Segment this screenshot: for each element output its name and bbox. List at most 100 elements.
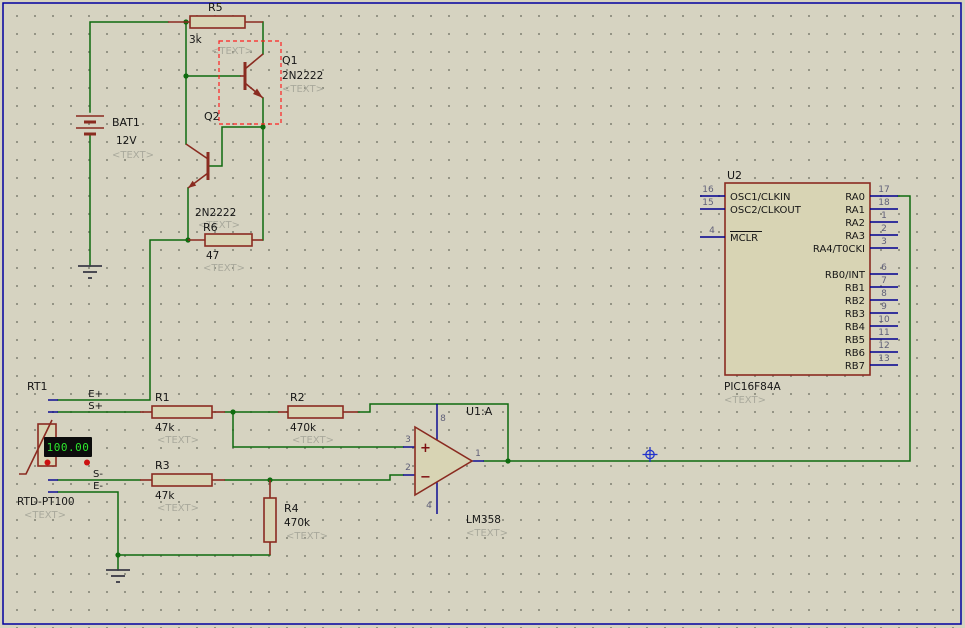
resistor-body — [263, 497, 277, 543]
u1-value-label: LM358 — [466, 514, 501, 526]
pin-name: RB0/INT — [825, 270, 866, 281]
r1-ref-label: R1 — [155, 391, 170, 404]
pin-name: RB7 — [845, 361, 865, 372]
u2-text-label: <TEXT> — [724, 395, 766, 406]
r5-ref-label: R5 — [208, 1, 223, 14]
r4-ref-label: R4 — [284, 502, 299, 515]
r4-text-label: <TEXT> — [286, 531, 328, 542]
pin-name: RA4/T0CKI — [813, 244, 865, 255]
opamp-pin-number-2: 2 — [405, 463, 411, 473]
r2-value-label: 470k — [290, 422, 317, 434]
pin-name: RA2 — [845, 218, 865, 229]
resistor-body — [151, 405, 213, 419]
rt1-pin-label-eplus: E+ — [88, 389, 103, 400]
component-rt1[interactable]: 100.00 E+ S+ S- E- RT1 RTD-PT100 <TEXT> — [17, 380, 103, 521]
rtd-increase-button[interactable] — [84, 459, 90, 466]
opamp-pin-number-8: 8 — [440, 414, 446, 424]
pin-name: MCLR — [730, 233, 758, 244]
pin-number: 6 — [881, 263, 887, 273]
pin-name: RB2 — [845, 296, 865, 307]
r3-text-label: <TEXT> — [157, 503, 199, 514]
origin-marker-icon — [642, 447, 658, 462]
r3-value-label: 47k — [155, 490, 175, 502]
pin-name: RB5 — [845, 335, 865, 346]
pin-name: RA1 — [845, 205, 865, 216]
component-r4[interactable]: R4 470k <TEXT> — [263, 480, 328, 555]
component-r5[interactable]: R5 3k <TEXT> — [168, 1, 263, 57]
r6-value-label: 47 — [206, 250, 219, 262]
r4-value-label: 470k — [284, 517, 311, 529]
pin-number: 17 — [878, 185, 889, 195]
resistor-body — [287, 405, 344, 419]
pin-name: OSC2/CLKOUT — [730, 205, 802, 216]
component-r1[interactable]: R1 47k <TEXT> — [140, 391, 225, 446]
u1-ref-label: U1:A — [466, 405, 493, 418]
component-r2[interactable]: R2 470k <TEXT> — [278, 391, 358, 446]
pin-number: 10 — [878, 315, 890, 325]
r3-ref-label: R3 — [155, 459, 170, 472]
q2-value-label: 2N2222 — [195, 207, 236, 219]
pin-number: 15 — [702, 198, 713, 208]
pin-number: 4 — [709, 226, 715, 236]
component-u1-opamp[interactable]: + − 3 2 1 8 4 U1:A LM358 <TEXT> — [403, 404, 508, 539]
opamp-pin-number-1: 1 — [475, 449, 481, 459]
r1-value-label: 47k — [155, 422, 175, 434]
r6-ref-label: R6 — [203, 221, 218, 234]
pin-number: 2 — [881, 224, 887, 234]
junction-dot — [115, 552, 121, 558]
pin-name: RB6 — [845, 348, 865, 359]
r1-text-label: <TEXT> — [157, 435, 199, 446]
junction-dot — [183, 73, 189, 79]
wire-vplus-rail[interactable] — [89, 21, 169, 113]
pin-name: RA3 — [845, 231, 865, 242]
component-q2[interactable]: Q2 2N2222 <TEXT> — [185, 110, 240, 231]
wire-q2-base[interactable] — [209, 126, 264, 167]
rtd-display-value: 100.00 — [47, 441, 90, 454]
u1-text-label: <TEXT> — [466, 528, 508, 539]
ground-symbol-bottom[interactable] — [106, 569, 130, 583]
component-bat1[interactable]: BAT1 12V <TEXT> — [76, 115, 154, 161]
ground-symbol-battery[interactable] — [78, 265, 102, 279]
pin-number: 13 — [878, 354, 889, 364]
pin-number: 3 — [881, 237, 887, 247]
junction-dot — [260, 124, 266, 130]
pin-name: RB3 — [845, 309, 865, 320]
rt1-pin-label-splus: S+ — [88, 401, 103, 412]
junction-dot — [505, 458, 511, 464]
component-r3[interactable]: R3 47k <TEXT> — [140, 459, 225, 514]
resistor-body — [204, 233, 253, 247]
pin-name: RB4 — [845, 322, 865, 333]
bat1-value-label: 12V — [116, 135, 137, 147]
r6-text-label: <TEXT> — [203, 263, 245, 274]
r2-ref-label: R2 — [290, 391, 305, 404]
pin-number: 16 — [702, 185, 714, 195]
q1-text-label: <TEXT> — [282, 84, 324, 95]
rt1-ref-label: RT1 — [27, 380, 48, 393]
opamp-pin-number-3: 3 — [405, 435, 411, 445]
r2-text-label: <TEXT> — [292, 435, 334, 446]
q2-ref-label: Q2 — [204, 110, 220, 123]
wire-excitation-eplus[interactable] — [57, 239, 189, 401]
r5-text-label: <TEXT> — [211, 46, 253, 57]
rtd-decrease-button[interactable] — [44, 459, 51, 466]
rt1-text-label: <TEXT> — [24, 510, 66, 521]
u2-value-label: PIC16F84A — [724, 381, 782, 393]
wire-inv-input[interactable] — [224, 474, 404, 481]
schematic-canvas[interactable]: R5 3k <TEXT> Q1 2N2222 <TEXT> Q2 2N2222 … — [0, 0, 965, 628]
opamp-pin-number-4: 4 — [426, 501, 432, 511]
resistor-body — [151, 473, 213, 487]
q1-value-label: 2N2222 — [282, 70, 323, 82]
rt1-value-label: RTD-PT100 — [17, 496, 75, 508]
pin-number: 9 — [881, 302, 887, 312]
pin-number: 1 — [881, 211, 887, 221]
resistor-body — [189, 15, 246, 29]
u2-ref-label: U2 — [727, 169, 742, 182]
pin-name: RB1 — [845, 283, 865, 294]
pin-number: 18 — [878, 198, 890, 208]
q1-ref-label: Q1 — [282, 54, 298, 67]
pin-name: OSC1/CLKIN — [730, 192, 790, 203]
junction-dot — [230, 409, 236, 415]
pin-number: 11 — [878, 328, 889, 338]
component-u2-mcu[interactable]: U2 PIC16F84A <TEXT> 16 15 4 OSC1/CLKIN O… — [700, 169, 898, 406]
rt1-pin-label-sminus: S- — [93, 469, 103, 480]
